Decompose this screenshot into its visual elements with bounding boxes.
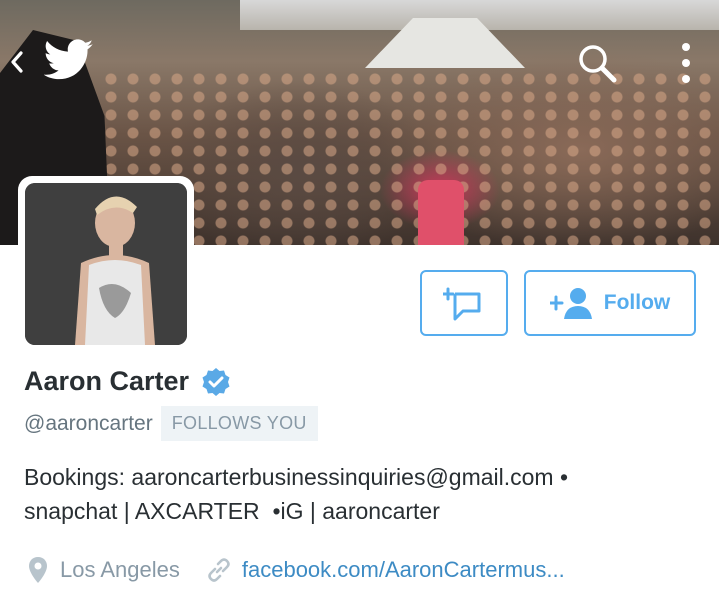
message-button[interactable] <box>420 270 508 336</box>
back-button[interactable] <box>6 46 28 78</box>
twitter-bird-icon[interactable] <box>44 38 94 82</box>
more-vertical-icon <box>682 43 690 83</box>
more-options-button[interactable] <box>674 40 698 86</box>
link-icon <box>208 558 230 582</box>
location-pin-icon <box>29 557 47 583</box>
verified-badge-icon <box>202 367 230 396</box>
avatar[interactable] <box>18 176 194 352</box>
bio-line: snapchat | AXCARTER •iG | aaroncarter <box>24 498 440 524</box>
display-name: Aaron Carter <box>24 366 190 396</box>
search-button[interactable] <box>574 40 620 86</box>
banner-pink-shirt <box>418 180 464 245</box>
avatar-figure <box>25 183 187 345</box>
bio: Bookings: aaroncarterbusinessinquiries@g… <box>24 460 704 528</box>
profile-name-row: Aaron Carter <box>24 366 231 397</box>
search-icon <box>579 45 617 83</box>
chevron-left-icon <box>11 51 23 73</box>
profile-meta-row: Los Angeles facebook.com/AaronCartermus.… <box>28 556 565 584</box>
add-user-icon <box>549 288 592 319</box>
avatar-photo <box>25 183 187 345</box>
follow-label: Follow <box>603 291 671 314</box>
bio-line: Bookings: aaroncarterbusinessinquiries@g… <box>24 464 569 490</box>
add-message-icon <box>443 287 481 321</box>
location-text: Los Angeles <box>60 557 180 582</box>
handle: @aaroncarter <box>24 411 153 435</box>
follows-you-badge: FOLLOWS YOU <box>160 406 318 441</box>
follow-button[interactable]: Follow <box>524 270 696 336</box>
website-link[interactable]: facebook.com/AaronCartermus... <box>206 557 565 583</box>
website-url[interactable]: facebook.com/AaronCartermus... <box>242 557 565 583</box>
handle-row: @aaroncarter FOLLOWS YOU <box>24 406 318 441</box>
